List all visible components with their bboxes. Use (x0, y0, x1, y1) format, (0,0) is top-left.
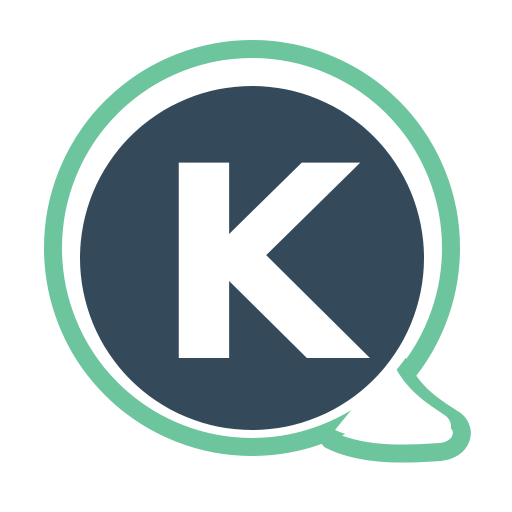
app-icon: K (0, 0, 512, 512)
speech-bubble-logo-icon: K (44, 40, 471, 463)
logo-letter: K (154, 110, 372, 422)
